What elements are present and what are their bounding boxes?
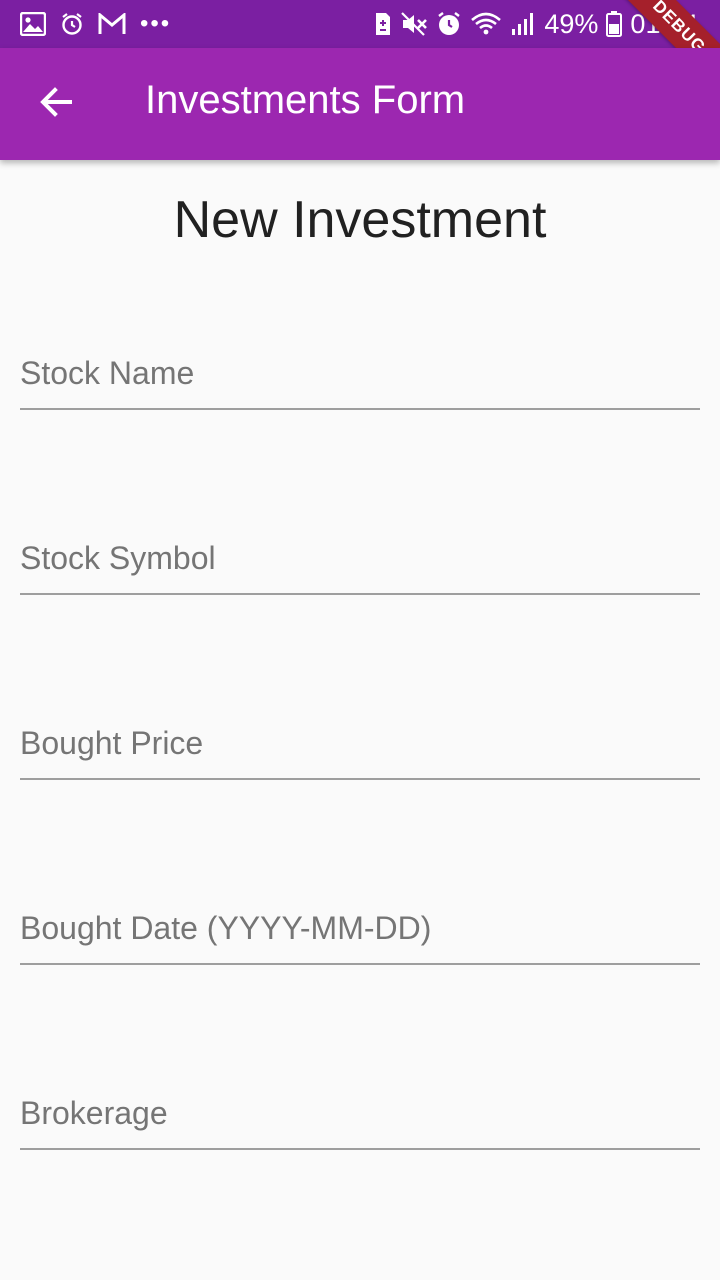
brokerage-field[interactable]	[20, 1060, 700, 1150]
bought-price-input[interactable]	[20, 690, 700, 780]
alarm-icon-right	[436, 11, 462, 37]
battery-percent: 49%	[544, 8, 599, 39]
shares-input[interactable]	[20, 1245, 700, 1280]
back-button[interactable]	[22, 70, 90, 138]
more-dots-icon: •••	[140, 10, 172, 37]
stock-symbol-field[interactable]	[20, 505, 700, 595]
alarm-icon	[60, 12, 84, 36]
app-title: Investments Form	[145, 78, 466, 122]
sim-icon	[374, 11, 392, 37]
mute-icon	[400, 11, 428, 37]
form-heading: New Investment	[173, 191, 547, 249]
battery-icon	[606, 11, 623, 37]
bought-price-field[interactable]	[20, 690, 700, 780]
arrow-back-icon	[38, 84, 74, 125]
brokerage-input[interactable]	[20, 1060, 700, 1150]
app-bar: Investments Form	[0, 48, 720, 160]
bought-date-input[interactable]	[20, 875, 700, 965]
stock-name-field[interactable]	[20, 320, 700, 410]
gallery-icon	[20, 12, 46, 36]
bought-date-field[interactable]	[20, 875, 700, 965]
status-bar: ••• 49% 01:04 DEBUG	[0, 0, 720, 100]
stock-symbol-input[interactable]	[20, 505, 700, 595]
status-left-icons: •••	[20, 10, 171, 38]
stock-name-input[interactable]	[20, 320, 700, 410]
wifi-icon	[470, 11, 502, 37]
shares-field[interactable]	[20, 1245, 700, 1280]
signal-icon	[510, 11, 536, 37]
gmail-icon	[98, 13, 126, 35]
